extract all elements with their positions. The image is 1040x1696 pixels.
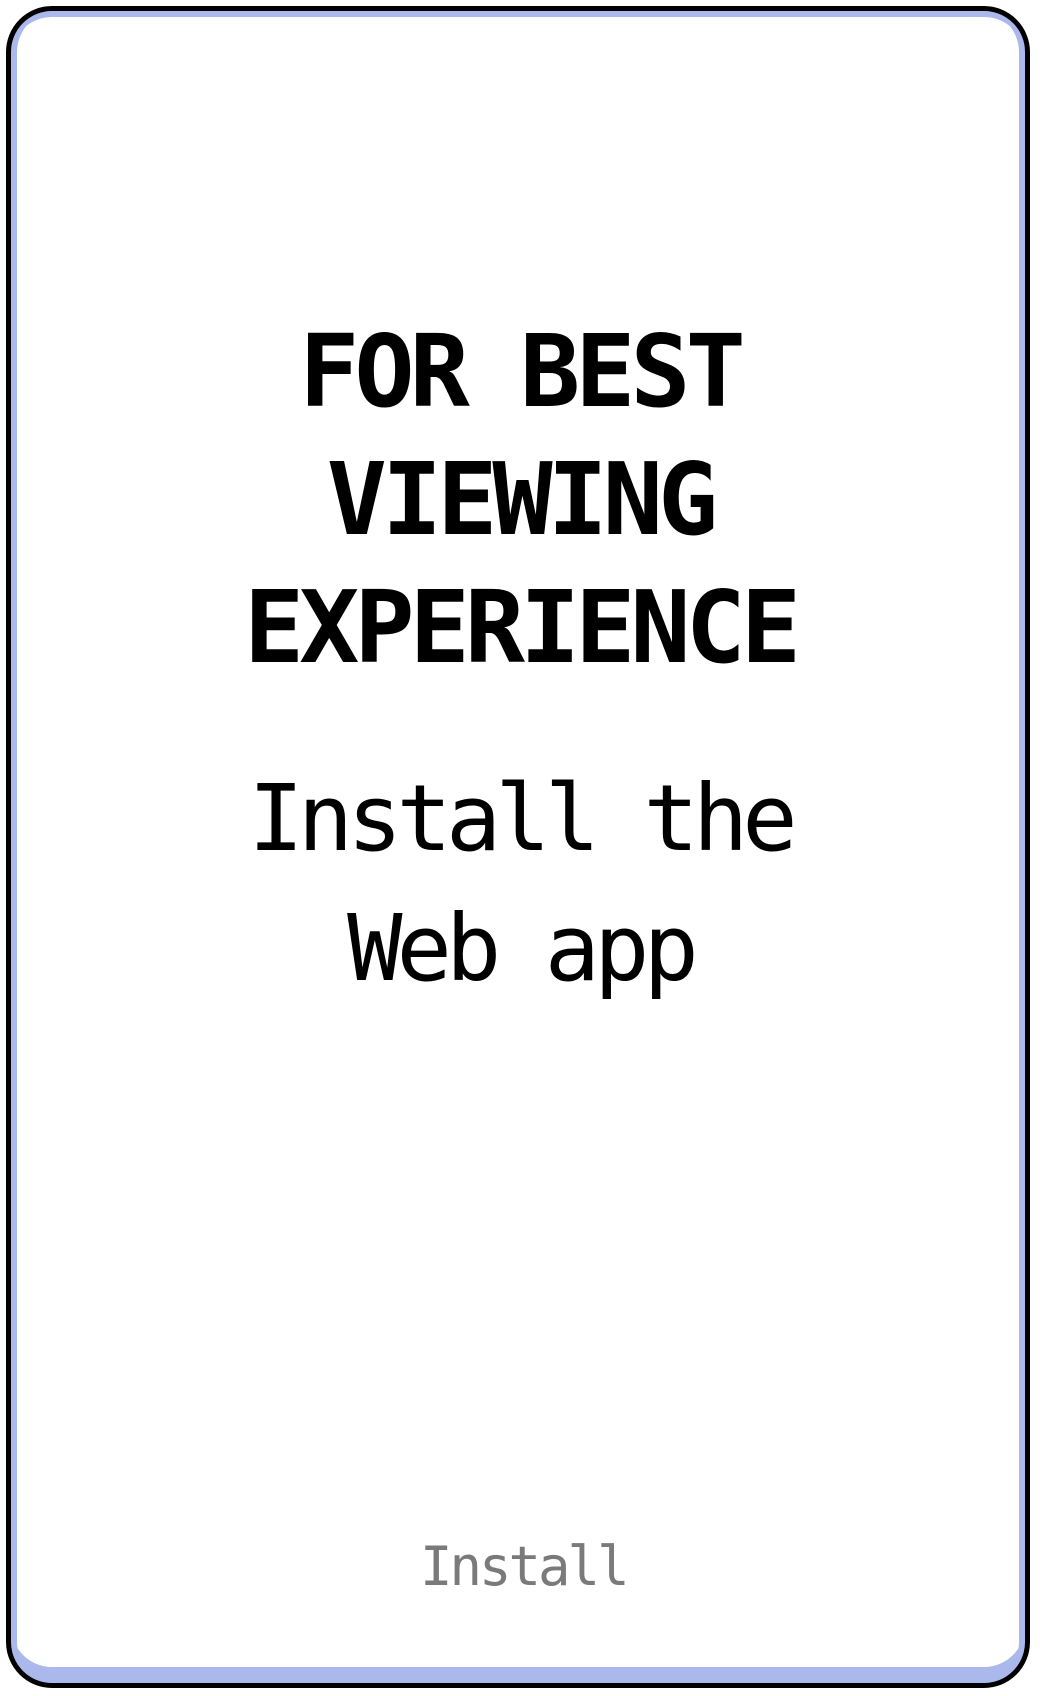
install-message: Install the Web app — [0, 754, 1040, 1014]
install-message-line-1: Install the — [248, 765, 797, 872]
headline-line-3: EXPERIENCE — [243, 569, 801, 686]
headline-line-2: VIEWING — [326, 441, 718, 558]
headline: FOR BEST VIEWING EXPERIENCE — [0, 308, 1040, 692]
install-message-line-2: Web app — [347, 895, 699, 1002]
headline-line-1: FOR BEST — [299, 313, 746, 430]
install-button[interactable]: Install — [420, 1530, 630, 1602]
